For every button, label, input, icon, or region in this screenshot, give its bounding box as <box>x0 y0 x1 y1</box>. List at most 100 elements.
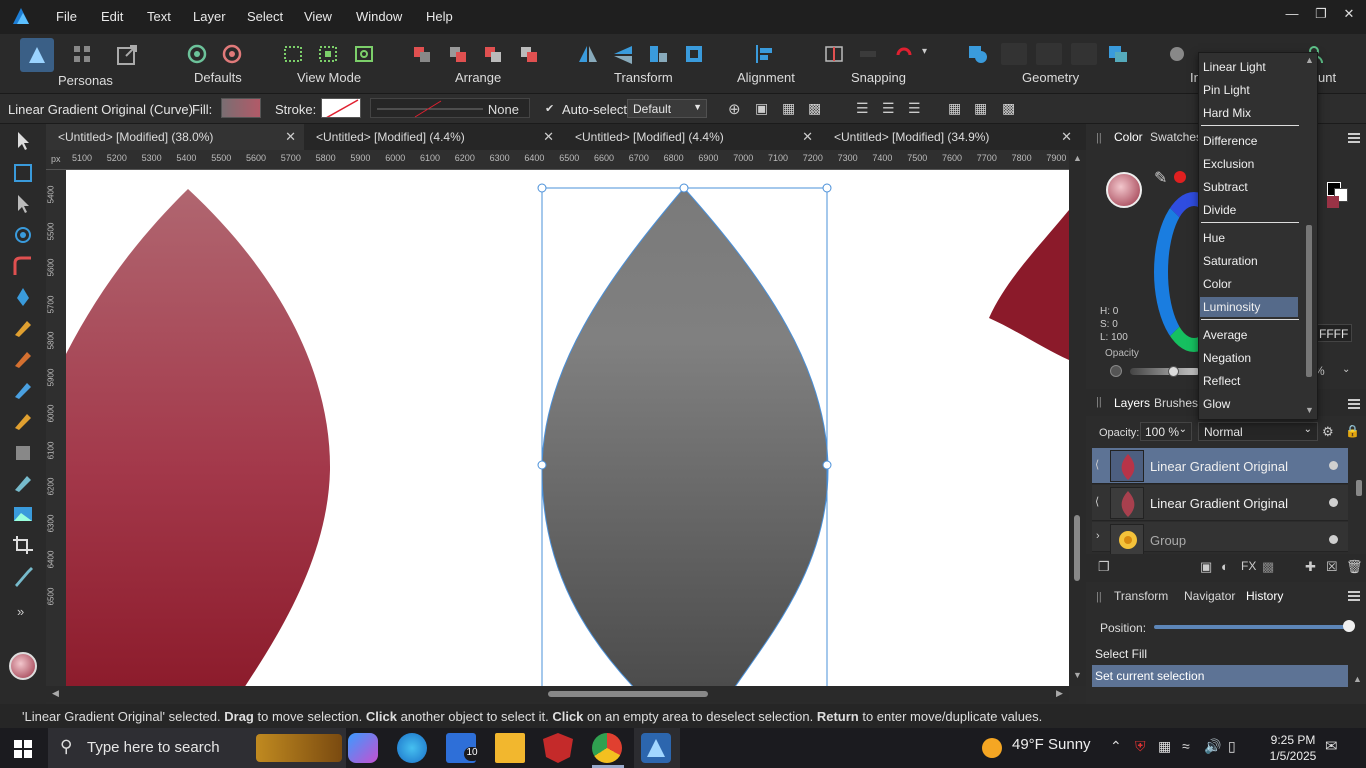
transform-origin-icon[interactable]: ⊕ <box>728 100 741 118</box>
transparency-tool-icon[interactable] <box>11 441 35 463</box>
tab-navigator[interactable]: Navigator <box>1184 589 1235 603</box>
menu-view[interactable]: View <box>304 9 332 24</box>
tab-history[interactable]: History <box>1246 589 1283 603</box>
color-panel-menu-icon[interactable] <box>1348 133 1360 143</box>
scroll-up-icon[interactable]: ▲ <box>1073 153 1082 163</box>
horizontal-scrollbar[interactable]: ◀ ▶ <box>46 686 1069 702</box>
tab-brushes[interactable]: Brushes <box>1154 396 1198 410</box>
tab-document-3[interactable]: <Untitled> [Modified] (4.4%) ✕ <box>563 124 821 150</box>
menu-edit[interactable]: Edit <box>101 9 123 24</box>
menu-layer[interactable]: Layer <box>193 9 226 24</box>
weather-text[interactable]: 49°F Sunny <box>1012 736 1091 753</box>
document-canvas[interactable] <box>66 170 1069 686</box>
tab-swatches[interactable]: Swatches <box>1150 130 1202 144</box>
place-image-tool-icon[interactable] <box>11 503 35 525</box>
layer-expand-icon[interactable]: ⟨ <box>1095 458 1099 471</box>
menu-file[interactable]: File <box>56 9 77 24</box>
rotate-left-icon[interactable] <box>646 43 672 65</box>
menu-text[interactable]: Text <box>147 9 171 24</box>
history-panel-menu-icon[interactable] <box>1348 591 1360 601</box>
align-right-icon[interactable]: ☰ <box>908 100 921 117</box>
geometry-subtract-icon[interactable] <box>1001 43 1027 65</box>
primary-color-swatch[interactable] <box>9 652 37 680</box>
more-tools-icon[interactable]: » <box>17 604 24 619</box>
scroll-up-icon[interactable]: ▲ <box>1305 55 1314 65</box>
blend-mode-option[interactable]: Subtract <box>1203 177 1303 197</box>
panel-grip-icon[interactable]: || <box>1096 396 1102 408</box>
view-mode-icon-2[interactable] <box>316 43 342 65</box>
scroll-down-icon[interactable]: ▼ <box>1305 405 1314 415</box>
corner-tool-icon[interactable] <box>11 255 35 277</box>
close-icon[interactable]: ✕ <box>802 129 813 145</box>
align-left-icon[interactable]: ☰ <box>856 100 869 117</box>
tab-document-2[interactable]: <Untitled> [Modified] (4.4%) ✕ <box>304 124 562 150</box>
chevron-up-icon[interactable]: ⌃ <box>1110 738 1122 755</box>
fx-icon[interactable]: FX <box>1241 559 1256 573</box>
chrome-browser-icon[interactable] <box>592 733 622 763</box>
blend-mode-option[interactable]: Reflect <box>1203 371 1303 391</box>
snapping-grid-icon[interactable] <box>822 43 848 65</box>
opacity-slider-thumb[interactable] <box>1168 366 1179 377</box>
volume-icon[interactable]: 🔊 <box>1204 738 1221 755</box>
shape-red-leaf-right[interactable] <box>989 210 1069 360</box>
fill-color-circle[interactable] <box>1106 172 1142 208</box>
chevron-right-icon[interactable]: › <box>1096 530 1100 542</box>
geometry-intersect-icon[interactable] <box>1036 43 1062 65</box>
blend-mode-option[interactable]: Luminosity <box>1200 297 1298 317</box>
windows-start-icon[interactable] <box>14 740 32 758</box>
layer-row[interactable]: ⟨ Linear Gradient Original <box>1092 485 1348 521</box>
tab-document-1[interactable]: <Untitled> [Modified] (38.0%) ✕ <box>46 124 304 150</box>
edge-browser-icon[interactable] <box>397 733 427 763</box>
chevron-down-icon[interactable]: ⌄ <box>1342 364 1350 375</box>
color-picker-tool-icon[interactable] <box>11 565 35 587</box>
flip-horizontal-icon[interactable] <box>576 43 602 65</box>
tab-document-4[interactable]: <Untitled> [Modified] (34.9%) ✕ <box>822 124 1080 150</box>
snapping-magnet-icon[interactable] <box>892 43 918 65</box>
layer-visibility-dot[interactable] <box>1329 535 1338 544</box>
contour-tool-icon[interactable] <box>11 224 35 246</box>
adjustment-icon[interactable]: ◐ <box>1221 559 1229 574</box>
view-mode-icon-3[interactable] <box>352 43 378 65</box>
blend-mode-option[interactable]: Negation <box>1203 348 1303 368</box>
dropdown-scroll-thumb[interactable] <box>1306 225 1312 377</box>
hex-input[interactable]: FFFF <box>1312 324 1352 342</box>
layers-panel-menu-icon[interactable] <box>1348 399 1360 409</box>
blend-mode-option[interactable]: Saturation <box>1203 251 1303 271</box>
affinity-designer-logo-icon[interactable] <box>11 6 31 26</box>
rotate-right-icon[interactable] <box>682 43 708 65</box>
arrange-back-icon[interactable] <box>410 43 436 65</box>
menu-help[interactable]: Help <box>426 9 453 24</box>
align-bottom-icon[interactable]: ▩ <box>1002 100 1015 117</box>
history-position-thumb[interactable] <box>1343 620 1355 632</box>
tab-layers[interactable]: Layers <box>1114 396 1150 410</box>
layer-expand-icon[interactable]: ⟨ <box>1095 495 1099 508</box>
arrange-forward-icon[interactable] <box>481 43 507 65</box>
align-center-icon[interactable]: ☰ <box>882 100 895 117</box>
panel-grip-icon[interactable]: || <box>1096 591 1102 603</box>
close-icon[interactable]: ✕ <box>285 129 296 145</box>
trash-icon[interactable]: 🗑 <box>1346 559 1363 575</box>
shape-grey-leaf-selected[interactable] <box>541 187 829 686</box>
scroll-down-icon[interactable]: ▼ <box>1073 670 1082 680</box>
distribute-icon[interactable]: ▦ <box>782 100 795 117</box>
vertical-scrollbar[interactable]: ▲ ▼ <box>1069 150 1086 686</box>
geometry-xor-icon[interactable] <box>1071 43 1097 65</box>
lock-icon[interactable]: 🔒 <box>1345 424 1360 438</box>
arrange-backward-icon[interactable] <box>446 43 472 65</box>
alignment-icon[interactable] <box>752 43 778 65</box>
bounding-box-icon[interactable]: ▣ <box>755 100 768 117</box>
security-shield-icon[interactable] <box>543 733 573 763</box>
vector-brush-tool-icon[interactable] <box>11 348 35 370</box>
notification-icon[interactable]: ✉ <box>1325 737 1338 755</box>
export-persona-icon[interactable] <box>116 44 138 66</box>
history-entry[interactable]: Select Fill <box>1092 644 1348 664</box>
arrange-front-icon[interactable] <box>517 43 543 65</box>
mail-icon[interactable]: 10 <box>446 733 480 763</box>
vertical-scroll-thumb[interactable] <box>1074 515 1080 581</box>
blend-mode-option[interactable]: Linear Light <box>1203 57 1303 77</box>
tab-color[interactable]: Color <box>1114 130 1143 144</box>
menu-window[interactable]: Window <box>356 9 402 24</box>
close-window-icon[interactable]: ✕ <box>1338 6 1360 26</box>
add-layer-icon[interactable]: ✚ <box>1305 559 1316 575</box>
layer-opacity-input[interactable]: 100 % ⌄ <box>1140 422 1192 441</box>
